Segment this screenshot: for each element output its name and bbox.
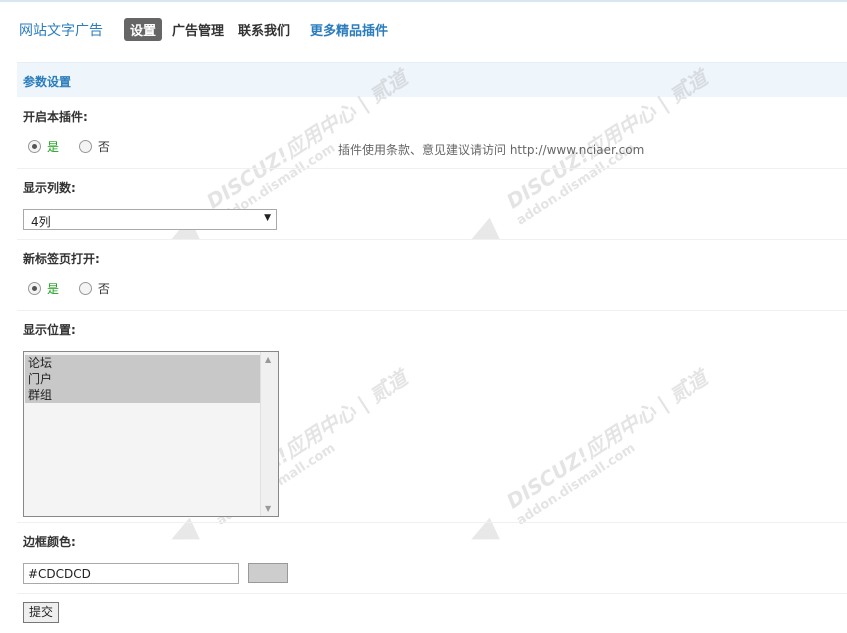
header: 网站文字广告 设置 广告管理 联系我们 更多精品插件: [0, 12, 847, 44]
listbox-scrollbar[interactable]: ▲ ▼: [260, 352, 278, 516]
display-position-label: 显示位置:: [23, 323, 76, 337]
watermark-brand: DISCUZ!应用中心 | 贰道: [502, 365, 712, 514]
scroll-down-icon[interactable]: ▼: [265, 504, 271, 513]
submit-button[interactable]: 提交: [23, 602, 59, 623]
watermark: DISCUZ!应用中心 | 贰道 addon.dismall.com: [466, 366, 712, 580]
row-divider: [17, 593, 847, 594]
section-header: 参数设置: [17, 62, 847, 97]
top-border: [0, 0, 847, 2]
border-color-input[interactable]: [23, 563, 239, 584]
color-swatch-button[interactable]: [248, 563, 288, 583]
border-color-label: 边框颜色:: [23, 535, 76, 549]
enable-no-radio[interactable]: [78, 140, 92, 153]
section-title: 参数设置: [23, 75, 72, 89]
enable-plugin-radios: 是 否: [28, 138, 110, 154]
new-tab-label: 新标签页打开:: [23, 252, 100, 266]
new-tab-yes-label[interactable]: 是: [47, 282, 59, 296]
watermark: DISCUZ!应用中心 | 贰道 addon.dismall.com: [466, 66, 712, 280]
listbox-option-portal[interactable]: 门户: [25, 371, 260, 387]
tab-ad-management[interactable]: 广告管理: [166, 18, 230, 41]
new-tab-radios: 是 否: [28, 280, 110, 296]
columns-select[interactable]: 4列 ▼: [23, 209, 277, 230]
chevron-down-icon: ▼: [264, 213, 271, 223]
row-divider: [17, 168, 847, 169]
app-title[interactable]: 网站文字广告: [19, 20, 103, 40]
columns-label: 显示列数:: [23, 181, 76, 195]
scroll-up-icon[interactable]: ▲: [265, 355, 271, 364]
listbox-option-group[interactable]: 群组: [25, 387, 260, 403]
terms-hint: 插件使用条款、意见建议请访问 http://www.nciaer.com: [338, 143, 645, 157]
tab-contact-us[interactable]: 联系我们: [232, 18, 296, 41]
new-tab-yes-radio[interactable]: [28, 282, 41, 295]
tab-settings[interactable]: 设置: [124, 18, 163, 41]
columns-select-value: 4列: [31, 215, 51, 229]
new-tab-no-radio[interactable]: [78, 282, 92, 295]
enable-yes-label[interactable]: 是: [47, 140, 59, 154]
row-divider: [17, 522, 847, 523]
row-divider: [17, 310, 847, 311]
new-tab-no-label[interactable]: 否: [98, 282, 110, 296]
enable-no-label[interactable]: 否: [98, 140, 110, 154]
enable-yes-radio[interactable]: [28, 140, 41, 153]
listbox-option-forum[interactable]: 论坛: [25, 355, 260, 371]
watermark-url: addon.dismall.com: [514, 440, 639, 529]
display-position-listbox[interactable]: 论坛 门户 群组 ▲ ▼: [23, 351, 279, 517]
enable-plugin-label: 开启本插件:: [23, 110, 88, 124]
row-divider: [17, 239, 847, 240]
watermark-arrow-icon: [466, 217, 500, 251]
more-plugins-link[interactable]: 更多精品插件: [310, 20, 388, 39]
